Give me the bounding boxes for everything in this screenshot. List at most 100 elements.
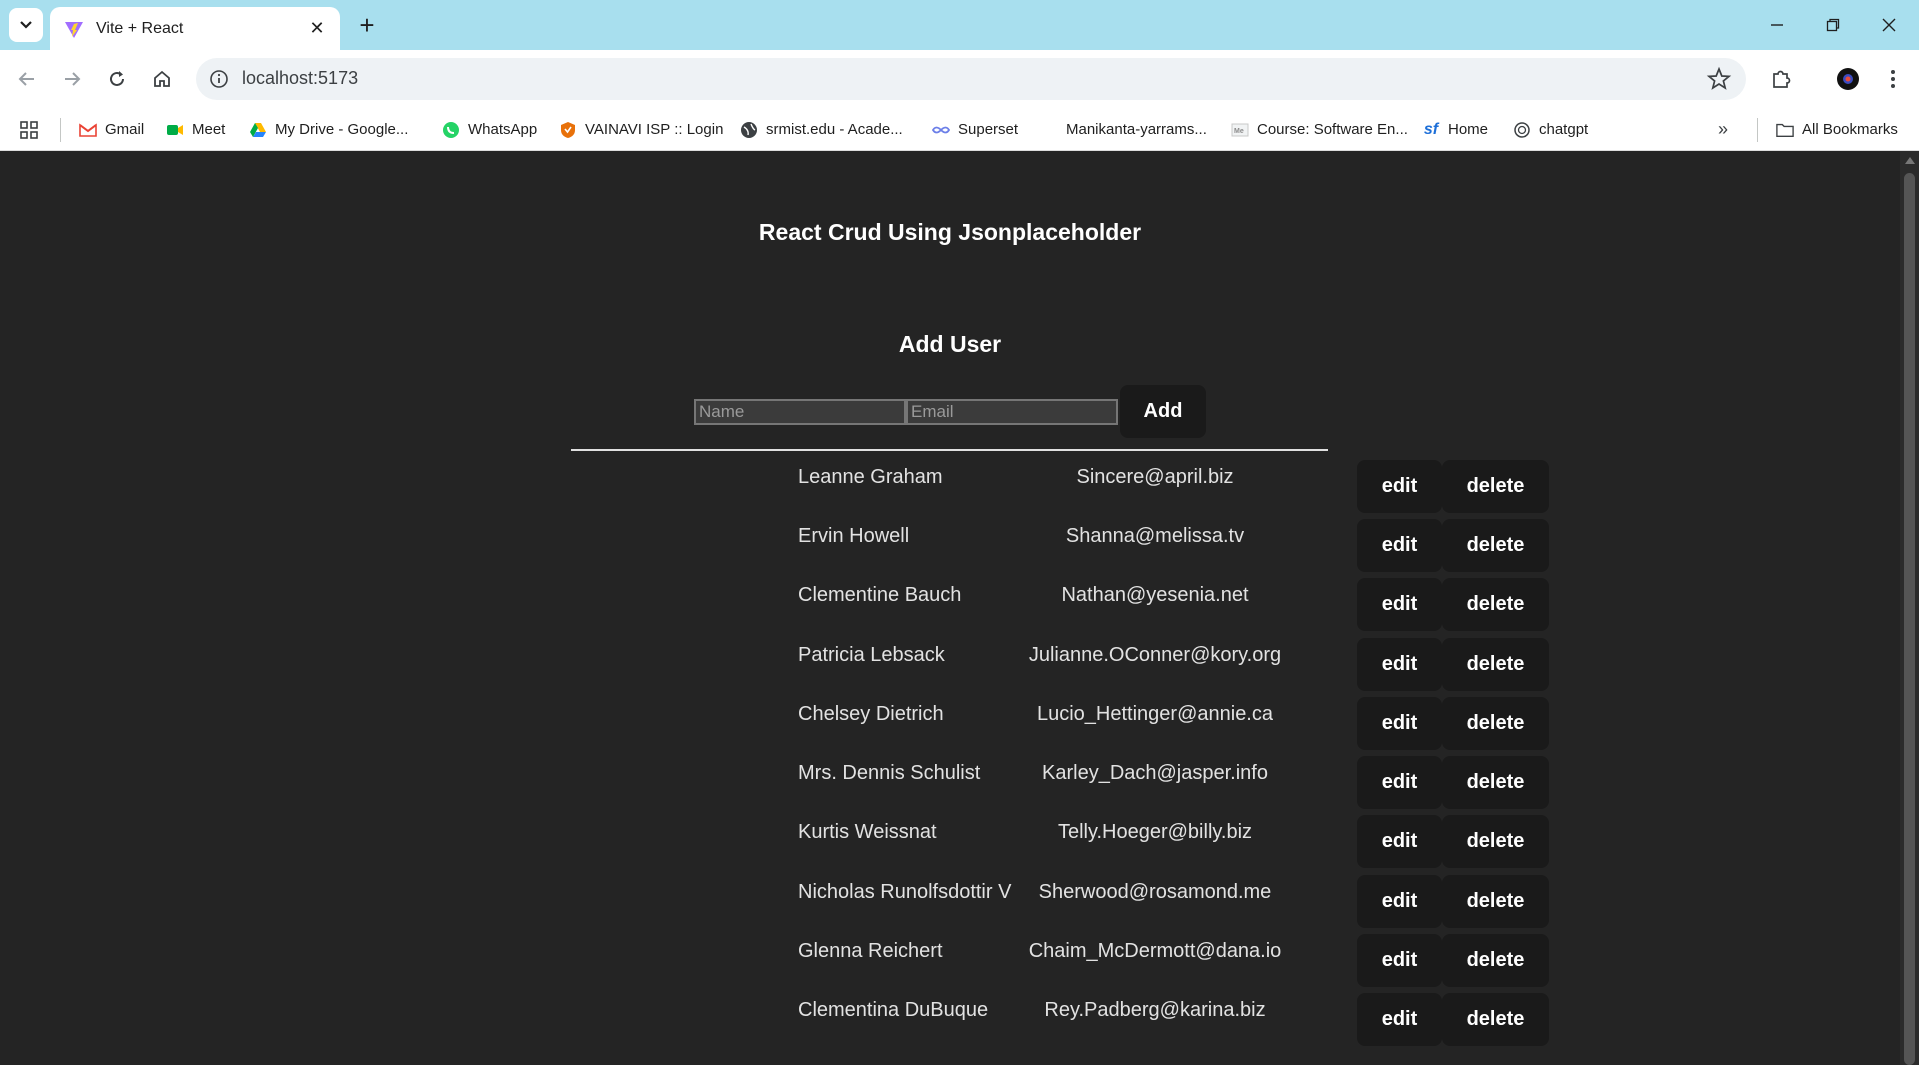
divider [571, 449, 1328, 451]
home-icon [154, 70, 170, 87]
delete-button[interactable]: delete [1442, 934, 1549, 987]
folder-icon [1776, 121, 1794, 139]
bookmark-whatsapp[interactable]: WhatsApp [442, 108, 537, 151]
bookmark-home[interactable]: sf Home [1422, 108, 1488, 151]
bookmark-superset[interactable]: Superset [932, 108, 1018, 151]
kebab-menu-icon [1891, 70, 1895, 88]
user-email: Sherwood@rosamond.me [1038, 881, 1272, 903]
edit-button[interactable]: edit [1357, 519, 1442, 572]
bookmark-star-icon[interactable] [1706, 66, 1732, 92]
scroll-up-arrow-icon[interactable] [1905, 157, 1915, 164]
bookmark-meet[interactable]: Meet [166, 108, 225, 151]
add-user-form: Add [694, 385, 1206, 438]
bookmark-manikanta[interactable]: Manikanta-yarrams... [1066, 108, 1207, 151]
user-email: Nathan@yesenia.net [1061, 584, 1249, 606]
user-email: Chaim_McDermott@dana.io [1028, 940, 1282, 962]
extensions-button[interactable] [1764, 62, 1798, 96]
delete-button[interactable]: delete [1442, 519, 1549, 572]
delete-button[interactable]: delete [1442, 756, 1549, 809]
home-button[interactable] [145, 62, 179, 96]
edit-button[interactable]: edit [1357, 756, 1442, 809]
chatgpt-icon [1513, 121, 1531, 139]
bookmark-separator [60, 118, 61, 142]
reload-icon [110, 71, 124, 86]
salesforce-icon: sf [1423, 120, 1439, 138]
drive-icon [249, 121, 267, 139]
minimize-icon [1771, 24, 1783, 26]
user-row: Nicholas Runolfsdottir V Sherwood@rosamon… [0, 875, 1900, 934]
user-name: Kurtis Weissnat [798, 821, 937, 843]
more-bookmarks-button[interactable]: » [1718, 108, 1728, 151]
bookmark-course[interactable]: Ме Course: Software En... [1231, 108, 1408, 151]
edit-button[interactable]: edit [1357, 697, 1442, 750]
edit-button[interactable]: edit [1357, 460, 1442, 513]
url-text[interactable]: localhost:5173 [242, 68, 358, 89]
vite-icon [65, 21, 83, 38]
user-email: Sincere@april.biz [1076, 466, 1234, 488]
menu-button[interactable] [1876, 62, 1910, 96]
user-row: Mrs. Dennis Schulist Karley_Dach@jasper.i… [0, 756, 1900, 815]
bookmark-label: WhatsApp [468, 121, 538, 138]
forward-button[interactable] [55, 62, 89, 96]
delete-button[interactable]: delete [1442, 875, 1549, 928]
bookmark-label: VAINAVI ISP :: Login [585, 121, 724, 138]
profile-avatar[interactable] [1831, 62, 1865, 96]
add-button[interactable]: Add [1120, 385, 1206, 438]
user-row: Leanne Graham Sincere@april.biz edit delete [0, 460, 1900, 519]
back-button[interactable] [10, 62, 44, 96]
bookmark-label: Meet [192, 121, 226, 138]
restore-button[interactable] [1808, 8, 1858, 42]
delete-button[interactable]: delete [1442, 815, 1549, 868]
browser-toolbar: localhost:5173 [0, 50, 1919, 108]
name-input[interactable] [694, 398, 906, 425]
user-name: Chelsey Dietrich [798, 703, 944, 725]
page-title: React Crud Using Jsonplaceholder [758, 219, 1142, 245]
close-window-button[interactable] [1864, 8, 1914, 42]
edit-button[interactable]: edit [1357, 578, 1442, 631]
scrollbar-thumb[interactable] [1904, 173, 1915, 1065]
bookmark-label: Manikanta-yarrams... [1066, 121, 1207, 138]
edit-button[interactable]: edit [1357, 638, 1442, 691]
arrow-left-icon [18, 72, 34, 86]
new-tab-button[interactable]: + [352, 10, 382, 40]
user-name: Glenna Reichert [798, 940, 943, 962]
active-tab[interactable]: Vite + React ✕ [50, 7, 340, 50]
svg-text:Ме: Ме [1234, 128, 1244, 135]
user-name: Ervin Howell [798, 525, 910, 547]
delete-button[interactable]: delete [1442, 460, 1549, 513]
bookmark-drive[interactable]: My Drive - Google... [249, 108, 408, 151]
edit-button[interactable]: edit [1357, 815, 1442, 868]
minimize-button[interactable] [1752, 8, 1802, 42]
apps-button[interactable] [20, 108, 38, 151]
tab-search-button[interactable] [9, 8, 43, 42]
bookmarks-bar: Gmail Meet My Drive - Google... WhatsApp… [0, 108, 1919, 151]
user-row: Ervin Howell Shanna@melissa.tv edit delete [0, 519, 1900, 578]
address-bar[interactable]: localhost:5173 [196, 58, 1746, 100]
delete-button[interactable]: delete [1442, 697, 1549, 750]
delete-button[interactable]: delete [1442, 578, 1549, 631]
page-scrollbar[interactable] [1900, 151, 1919, 1065]
delete-button[interactable]: delete [1442, 638, 1549, 691]
gmail-icon [79, 121, 97, 139]
arrow-right-icon [65, 72, 81, 86]
email-input[interactable] [906, 398, 1118, 425]
all-bookmarks-button[interactable]: All Bookmarks [1776, 108, 1898, 151]
delete-button[interactable]: delete [1442, 993, 1549, 1046]
bookmark-vainavi[interactable]: VAINAVI ISP :: Login [559, 108, 723, 151]
edit-button[interactable]: edit [1357, 875, 1442, 928]
bookmark-chatgpt[interactable]: chatgpt [1513, 108, 1588, 151]
bookmark-gmail[interactable]: Gmail [79, 108, 144, 151]
tab-strip: Vite + React ✕ + [0, 0, 1919, 50]
bookmark-label: chatgpt [1539, 121, 1589, 138]
bookmark-label: Gmail [105, 121, 145, 138]
user-name: Leanne Graham [798, 466, 943, 488]
bookmark-srmist[interactable]: srmist.edu - Acade... [740, 108, 903, 151]
bookmark-label: My Drive - Google... [275, 121, 409, 138]
bookmark-label: srmist.edu - Acade... [766, 121, 903, 138]
apps-grid-icon [20, 120, 38, 139]
site-info-icon[interactable] [208, 68, 230, 90]
edit-button[interactable]: edit [1357, 934, 1442, 987]
reload-button[interactable] [100, 62, 134, 96]
edit-button[interactable]: edit [1357, 993, 1442, 1046]
close-tab-icon[interactable]: ✕ [306, 17, 328, 39]
